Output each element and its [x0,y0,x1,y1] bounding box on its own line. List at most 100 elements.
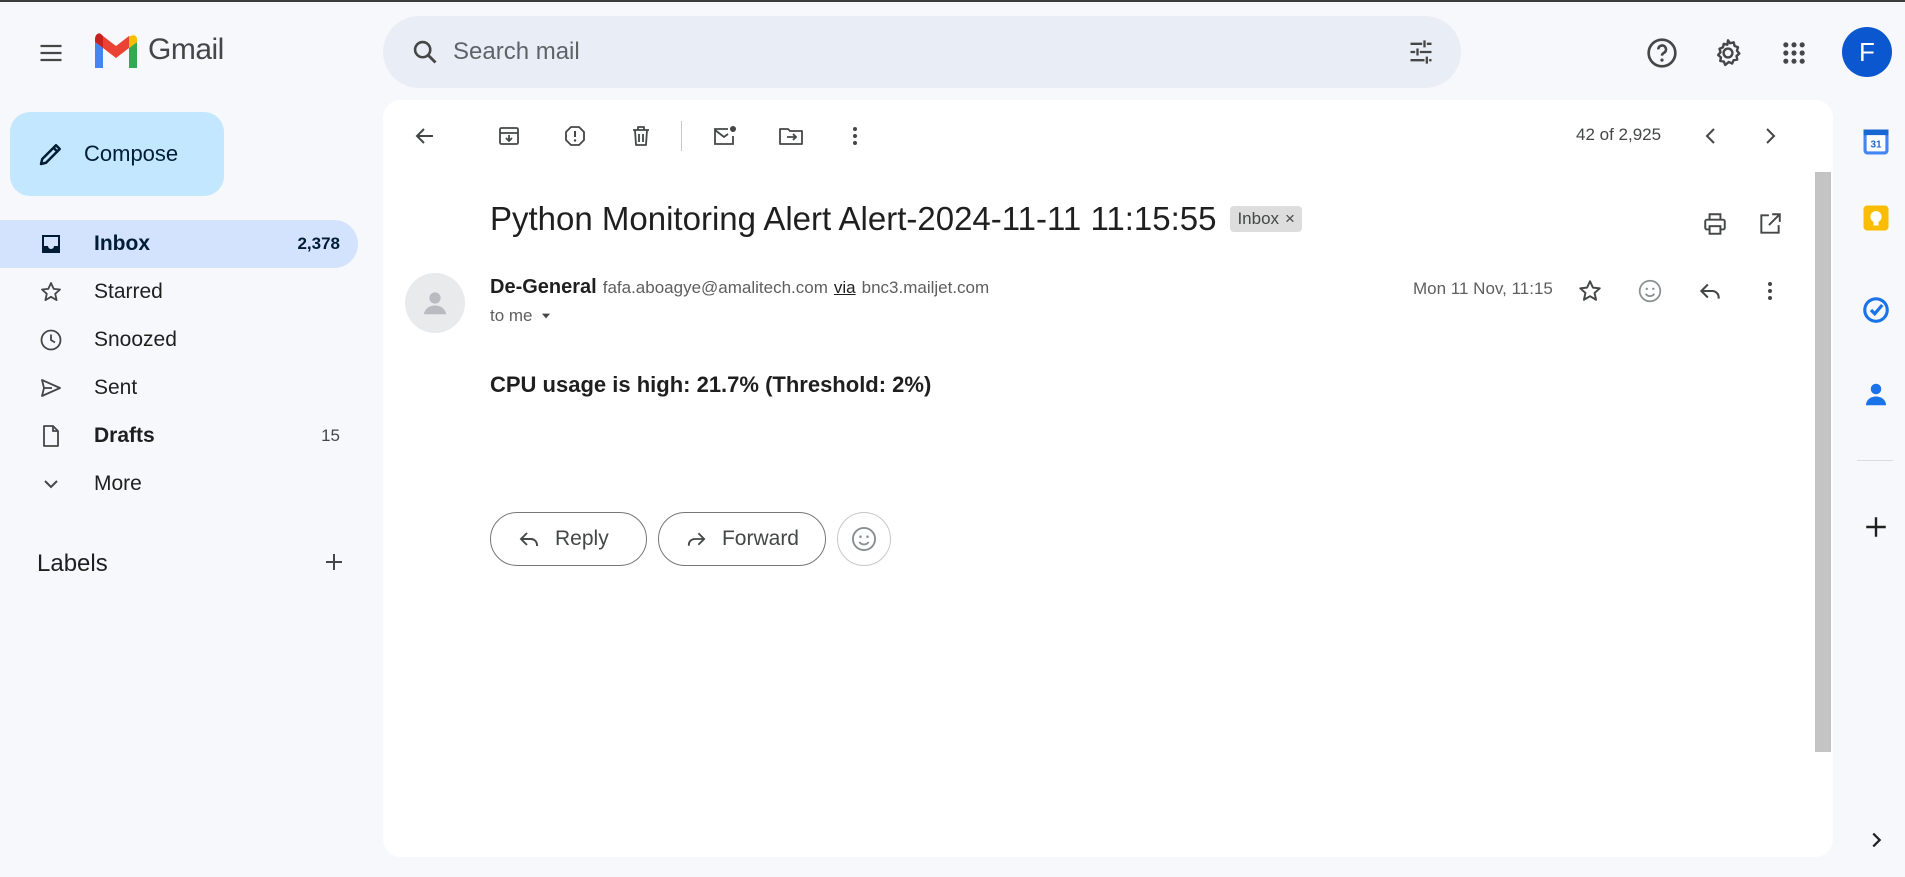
remove-label-button[interactable]: × [1285,209,1295,229]
keep-lightbulb-icon [1863,205,1889,231]
draft-file-icon [38,423,64,449]
message-more-button[interactable] [1748,269,1792,313]
sidebar-item-starred[interactable]: Starred [0,268,358,316]
help-icon [1647,38,1677,68]
hamburger-menu-icon [40,44,62,62]
google-apps-button[interactable] [1769,28,1819,78]
create-label-button[interactable] [312,540,356,584]
main-menu-button[interactable] [27,29,75,77]
sidebar-item-label: Snoozed [94,328,177,351]
tune-icon [1410,40,1432,64]
drafts-count: 15 [321,426,340,445]
archive-icon [499,127,519,145]
delete-button[interactable] [619,114,663,158]
sidebar-nav: Inbox 2,378 Starred Snoozed Sent Drafts … [0,220,358,508]
gmail-m-icon [95,33,137,68]
caret-down-icon [541,313,550,319]
svg-text:31: 31 [1870,140,1882,151]
via-link[interactable]: via [834,278,856,298]
toolbar-divider [681,121,682,151]
chevron-left-icon [1705,128,1715,144]
email-subject: Python Monitoring Alert Alert-2024-11-11… [490,200,1217,237]
message-scrollbar[interactable] [1815,172,1831,752]
calendar-app-button[interactable]: 31 [1858,124,1894,160]
older-button[interactable] [1748,114,1792,158]
sidebar-item-sent[interactable]: Sent [0,364,358,412]
more-actions-button[interactable] [833,114,877,158]
chip-label: Inbox [1237,209,1280,228]
star-button[interactable] [1568,269,1612,313]
person-icon [423,292,447,315]
sidebar-item-snoozed[interactable]: Snoozed [0,316,358,364]
trash-icon [633,126,649,146]
send-icon [38,375,64,401]
forward-label: Forward [721,527,799,550]
search-options-button[interactable] [1397,28,1445,76]
recipient-details-toggle[interactable]: to me [490,306,553,326]
chevron-right-icon [1766,128,1776,144]
sidebar-item-label: Inbox [94,232,150,255]
emoji-icon [1638,279,1662,303]
settings-button[interactable] [1703,28,1753,78]
pagination-text: 42 of 2,925 [1576,125,1662,144]
printer-icon [1704,213,1726,235]
chevron-right-icon [1872,832,1882,848]
plus-icon [326,554,342,570]
emoji-icon [851,526,877,552]
archive-button[interactable] [487,114,531,158]
emoji-reaction-button[interactable] [837,512,891,566]
gmail-logo[interactable]: Gmail [92,32,224,68]
more-vert-icon [1768,282,1772,300]
app-name: Gmail [148,33,224,66]
tasks-app-button[interactable] [1858,292,1894,328]
search-input[interactable] [453,38,1397,66]
reply-icon [1699,283,1720,299]
inbox-label-chip[interactable]: Inbox × [1230,206,1302,232]
star-icon [38,279,64,305]
mark-unread-button[interactable] [703,114,747,158]
star-outline-icon [1579,280,1601,301]
newer-button[interactable] [1689,114,1733,158]
open-in-new-icon [1760,213,1781,234]
search-button[interactable] [401,28,449,76]
reply-button[interactable]: Reply [490,512,647,566]
move-to-button[interactable] [769,114,813,158]
inbox-icon [38,231,64,257]
open-new-window-button[interactable] [1748,202,1792,246]
more-vert-icon [853,127,857,145]
email-date: Mon 11 Nov, 11:15 [1413,279,1553,298]
keep-app-button[interactable] [1858,200,1894,236]
show-side-panel-button[interactable] [1858,822,1894,858]
sender-avatar[interactable] [405,273,465,333]
side-panel-divider [1857,460,1893,461]
print-all-button[interactable] [1693,202,1737,246]
email-subject-row: Python Monitoring Alert Alert-2024-11-11… [490,200,1302,238]
compose-label: Compose [84,141,179,166]
sender-name[interactable]: De-General [490,276,597,299]
back-to-inbox-button[interactable] [403,114,447,158]
report-spam-button[interactable] [553,114,597,158]
unread-count: 2,378 [297,234,340,253]
get-addons-button[interactable] [1858,509,1894,545]
sidebar-item-label: Starred [94,280,163,303]
reply-icon-button[interactable] [1688,269,1732,313]
sidebar-item-label: Drafts [94,424,155,447]
via-host: bnc3.mailjet.com [861,278,990,297]
move-folder-icon [779,128,803,145]
compose-button[interactable]: Compose [10,112,224,196]
sidebar-item-inbox[interactable]: Inbox 2,378 [0,220,358,268]
forward-button[interactable]: Forward [658,512,826,566]
reply-icon [519,532,538,546]
contacts-app-button[interactable] [1858,376,1894,412]
plus-icon [1866,517,1886,537]
support-button[interactable] [1637,28,1687,78]
account-avatar[interactable]: F [1842,27,1892,77]
sidebar-item-drafts[interactable]: Drafts 15 [0,412,358,460]
forward-icon [687,532,706,546]
labels-heading: Labels [37,550,108,577]
sidebar-item-more[interactable]: More [0,460,358,508]
contacts-person-icon [1866,383,1886,406]
search-bar[interactable] [383,16,1461,88]
add-reaction-button[interactable] [1628,269,1672,313]
message-view: 42 of 2,925 Python Monitoring Alert Aler… [383,100,1833,857]
